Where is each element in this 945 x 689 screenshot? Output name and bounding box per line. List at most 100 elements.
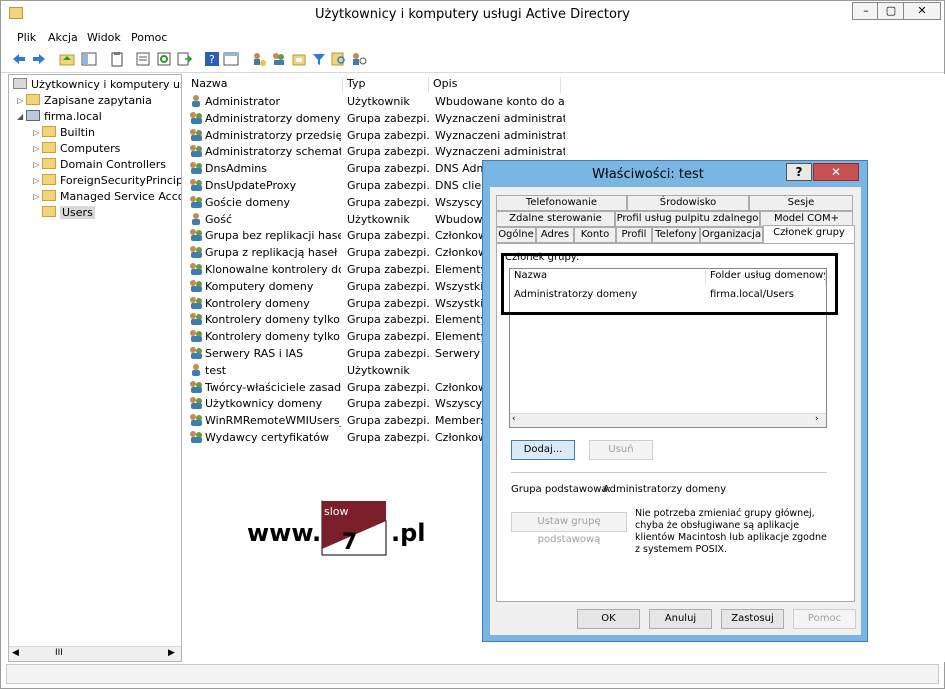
- cell-name: WinRMRemoteWMIUsers__: [205, 414, 341, 428]
- tree-item-foreign-security-principals[interactable]: ▷ForeignSecurityPrincipals: [33, 174, 181, 190]
- scroll-left-icon[interactable]: ‹: [512, 414, 516, 424]
- scroll-right-icon[interactable]: ›: [815, 414, 819, 424]
- close-button[interactable]: ✕: [903, 2, 941, 20]
- up-folder-icon[interactable]: [59, 51, 75, 67]
- tree-item-managed-service-accounts[interactable]: ▷Managed Service Accour: [33, 190, 181, 206]
- tree-horizontal-scrollbar[interactable]: ◀ III ▶: [9, 646, 181, 661]
- tab-sesje[interactable]: Sesje: [749, 195, 853, 211]
- new-group-icon[interactable]: [271, 51, 287, 67]
- group-icon: [189, 380, 203, 393]
- cancel-button[interactable]: Anuluj: [649, 609, 712, 629]
- cell-type: Grupa zabezpi...: [347, 330, 431, 344]
- cell-description: Wyznaczeni administrat...: [435, 128, 565, 142]
- cell-type: Grupa zabezpi...: [347, 229, 431, 243]
- help-button[interactable]: Pomoc: [793, 609, 856, 629]
- cell-type: Grupa zabezpi...: [347, 380, 431, 394]
- add-to-group-icon[interactable]: [351, 51, 367, 67]
- tab-zdalne-sterowanie[interactable]: Zdalne sterowanie: [496, 211, 615, 227]
- group-icon: [189, 347, 203, 359]
- menu-akcja[interactable]: Akcja: [48, 31, 78, 44]
- toolbar: ?: [1, 47, 944, 73]
- tree-item-computers[interactable]: ▷ Computers: [33, 142, 120, 158]
- dialog-help-button[interactable]: ?: [786, 163, 812, 181]
- dialog-close-button[interactable]: ✕: [813, 163, 859, 181]
- set-primary-group-button[interactable]: Ustaw grupę podstawową: [511, 512, 627, 545]
- view-pane-icon[interactable]: [223, 51, 239, 67]
- expand-icon[interactable]: ▷: [33, 160, 42, 169]
- menu-plik[interactable]: Plik: [17, 31, 36, 44]
- table-row[interactable]: Administratorzy domeny Grupa zabezpi... Wy…: [187, 110, 567, 127]
- minimize-button[interactable]: –: [852, 2, 880, 20]
- cell-name: Kontrolery domeny tylko d...: [205, 330, 341, 344]
- group-icon: [189, 330, 203, 343]
- clipboard-icon[interactable]: [109, 51, 125, 67]
- table-row[interactable]: Administratorzy przedsiębi... Grupa zabez…: [187, 127, 567, 144]
- scroll-thumb[interactable]: III: [55, 648, 63, 658]
- maximize-button[interactable]: ▢: [877, 2, 905, 20]
- export-icon[interactable]: [176, 51, 192, 67]
- tree-root[interactable]: Użytkownicy i komputery usługi: [13, 78, 181, 94]
- new-user-icon[interactable]: [251, 51, 267, 67]
- tab-telefony[interactable]: Telefony: [652, 227, 700, 243]
- tab-adres[interactable]: Adres: [536, 227, 574, 243]
- highlight-box: [501, 253, 838, 315]
- expand-icon[interactable]: ▷: [17, 96, 26, 105]
- group-icon: [189, 279, 203, 292]
- cell-type: Grupa zabezpi...: [347, 431, 431, 444]
- tree-item-domain-controllers[interactable]: ▷ Domain Controllers: [33, 158, 166, 174]
- tab-ogolne[interactable]: Ogólne: [496, 227, 536, 243]
- properties-icon[interactable]: [135, 51, 151, 67]
- tab-telefonowanie[interactable]: Telefonowanie: [496, 195, 627, 211]
- table-row[interactable]: Administratorzy schematu Grupa zabezpi...…: [187, 143, 567, 160]
- ou-folder-icon: [42, 158, 56, 169]
- cell-name: Administratorzy schematu: [205, 145, 341, 159]
- show-tree-icon[interactable]: [81, 51, 97, 67]
- column-header-name[interactable]: Nazwa: [187, 77, 343, 93]
- cell-type: Użytkownik: [347, 212, 410, 226]
- tree-item-saved-queries[interactable]: ▷ Zapisane zapytania: [17, 94, 152, 110]
- tab-organizacja[interactable]: Organizacja: [700, 227, 763, 243]
- expand-icon[interactable]: ▷: [33, 192, 42, 201]
- cell-type: Grupa zabezpi...: [347, 263, 431, 276]
- expand-icon[interactable]: ▷: [33, 176, 42, 185]
- forward-arrow-icon[interactable]: [31, 51, 47, 67]
- column-header-type[interactable]: Typ: [343, 77, 429, 93]
- filter-icon[interactable]: [311, 51, 327, 67]
- apply-button[interactable]: Zastosuj: [721, 609, 784, 629]
- ok-button[interactable]: OK: [577, 609, 640, 629]
- tab-czlonek-grupy[interactable]: Członek grupy: [763, 225, 855, 243]
- help-icon[interactable]: ?: [204, 51, 220, 67]
- table-row[interactable]: Administrator Użytkownik Wbudowane konto d…: [187, 93, 567, 110]
- tab-profil[interactable]: Profil: [616, 227, 652, 243]
- add-button[interactable]: Dodaj...: [511, 440, 575, 460]
- group-icon: [189, 431, 203, 443]
- cell-name: Komputery domeny: [205, 279, 314, 293]
- scroll-right-icon[interactable]: ▶: [168, 648, 175, 658]
- group-icon: [189, 162, 203, 175]
- window-title: Użytkownicy i komputery usługi Active Di…: [315, 7, 630, 22]
- group-icon: [189, 179, 203, 191]
- refresh-icon[interactable]: [156, 51, 172, 67]
- column-header-description[interactable]: Opis: [429, 77, 561, 93]
- lv-horizontal-scrollbar[interactable]: ‹ ›: [510, 413, 826, 427]
- expand-icon[interactable]: ▷: [33, 144, 42, 153]
- tab-srodowisko[interactable]: Środowisko: [627, 195, 749, 211]
- status-bar: [6, 664, 939, 684]
- tree-item-users[interactable]: Users: [33, 206, 95, 222]
- collapse-icon[interactable]: ◢: [17, 112, 26, 121]
- remove-button[interactable]: Usuń: [589, 440, 653, 460]
- find-icon[interactable]: [331, 51, 347, 67]
- menu-pomoc[interactable]: Pomoc: [131, 31, 167, 44]
- tree-item-domain[interactable]: ◢ firma.local: [17, 110, 102, 126]
- tab-profil-uslug-pulpitu[interactable]: Profil usług pulpitu zdalnego: [615, 211, 760, 227]
- scroll-left-icon[interactable]: ◀: [12, 648, 19, 658]
- tree-item-builtin[interactable]: ▷ Builtin: [33, 126, 95, 142]
- menu-widok[interactable]: Widok: [87, 31, 121, 44]
- menu-bar: Plik Akcja Widok Pomoc: [1, 29, 944, 47]
- back-arrow-icon[interactable]: [11, 51, 27, 67]
- tab-konto[interactable]: Konto: [574, 227, 616, 243]
- expand-icon[interactable]: ▷: [33, 128, 42, 137]
- cell-type: Grupa zabezpi...: [347, 162, 431, 176]
- cell-name: Gość: [205, 212, 233, 226]
- new-ou-icon[interactable]: [291, 51, 307, 67]
